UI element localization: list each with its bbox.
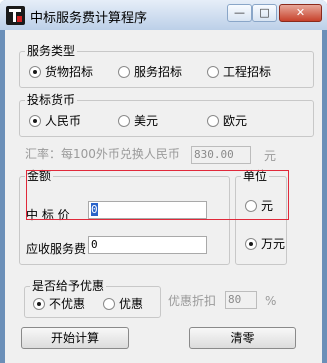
service-type-legend: 服务类型 bbox=[25, 44, 78, 58]
radio-engineering[interactable]: 工程招标 bbox=[207, 65, 271, 79]
app-logo-icon bbox=[6, 6, 25, 25]
radio-service[interactable]: 服务招标 bbox=[118, 65, 182, 79]
radio-discount-indicator[interactable] bbox=[103, 298, 115, 310]
currency-group: 投标货币 人民币 美元 欧元 bbox=[19, 93, 314, 137]
clear-button[interactable]: 清零 bbox=[189, 327, 296, 349]
discount-rate-unit: % bbox=[265, 294, 277, 308]
radio-eur-indicator[interactable] bbox=[207, 115, 219, 127]
radio-engineering-label: 工程招标 bbox=[223, 65, 272, 79]
currency-legend: 投标货币 bbox=[25, 93, 78, 107]
radio-rmb-label: 人民币 bbox=[45, 114, 82, 128]
radio-no-discount-indicator[interactable] bbox=[33, 298, 45, 310]
radio-usd-label: 美元 bbox=[134, 114, 159, 128]
title-bar[interactable]: 中标服务费计算程序 — □ ✕ bbox=[0, 0, 327, 30]
client-area: 服务类型 货物招标 服务招标 工程招标 投标货币 人民币 美元 欧元 汇率：每1… bbox=[5, 30, 322, 363]
radio-usd[interactable]: 美元 bbox=[118, 114, 158, 128]
maximize-button[interactable]: □ bbox=[252, 4, 277, 22]
close-button[interactable]: ✕ bbox=[279, 4, 322, 22]
start-calc-button[interactable]: 开始计算 bbox=[21, 327, 129, 349]
app-window: 中标服务费计算程序 — □ ✕ 服务类型 货物招标 服务招标 工程招标 投标货币 bbox=[0, 0, 327, 363]
discount-group: 是否给予优惠 不优惠 优惠 bbox=[24, 279, 161, 318]
service-type-group: 服务类型 货物招标 服务招标 工程招标 bbox=[19, 44, 314, 88]
exchange-rate-label: 汇率：每100外币兑换人民币 bbox=[25, 147, 180, 161]
exchange-rate-unit: 元 bbox=[264, 149, 277, 163]
radio-wanyuan[interactable]: 万元 bbox=[245, 237, 285, 251]
radio-discount[interactable]: 优惠 bbox=[103, 297, 143, 311]
radio-eur[interactable]: 欧元 bbox=[207, 114, 247, 128]
radio-rmb[interactable]: 人民币 bbox=[29, 114, 81, 128]
radio-wanyuan-indicator[interactable] bbox=[245, 238, 257, 250]
radio-rmb-indicator[interactable] bbox=[29, 115, 41, 127]
radio-engineering-indicator[interactable] bbox=[207, 66, 219, 78]
radio-no-discount[interactable]: 不优惠 bbox=[33, 297, 85, 311]
radio-discount-label: 优惠 bbox=[119, 297, 144, 311]
radio-goods-indicator[interactable] bbox=[29, 66, 41, 78]
exchange-rate-input[interactable]: 830.00 bbox=[191, 146, 251, 164]
discount-rate-label: 优惠折扣 bbox=[168, 294, 217, 308]
radio-eur-label: 欧元 bbox=[223, 114, 248, 128]
radio-usd-indicator[interactable] bbox=[118, 115, 130, 127]
window-title: 中标服务费计算程序 bbox=[30, 11, 148, 26]
minimize-button[interactable]: — bbox=[227, 4, 252, 22]
service-fee-label: 应收服务费 bbox=[26, 242, 87, 256]
service-fee-input[interactable]: 0 bbox=[88, 236, 207, 254]
highlight-box bbox=[26, 170, 289, 220]
discount-legend: 是否给予优惠 bbox=[30, 279, 107, 293]
radio-goods[interactable]: 货物招标 bbox=[29, 65, 93, 79]
radio-goods-label: 货物招标 bbox=[45, 65, 94, 79]
radio-no-discount-label: 不优惠 bbox=[49, 297, 86, 311]
discount-rate-input[interactable]: 80 bbox=[225, 291, 257, 309]
radio-service-label: 服务招标 bbox=[134, 65, 183, 79]
radio-wanyuan-label: 万元 bbox=[261, 237, 286, 251]
radio-service-indicator[interactable] bbox=[118, 66, 130, 78]
